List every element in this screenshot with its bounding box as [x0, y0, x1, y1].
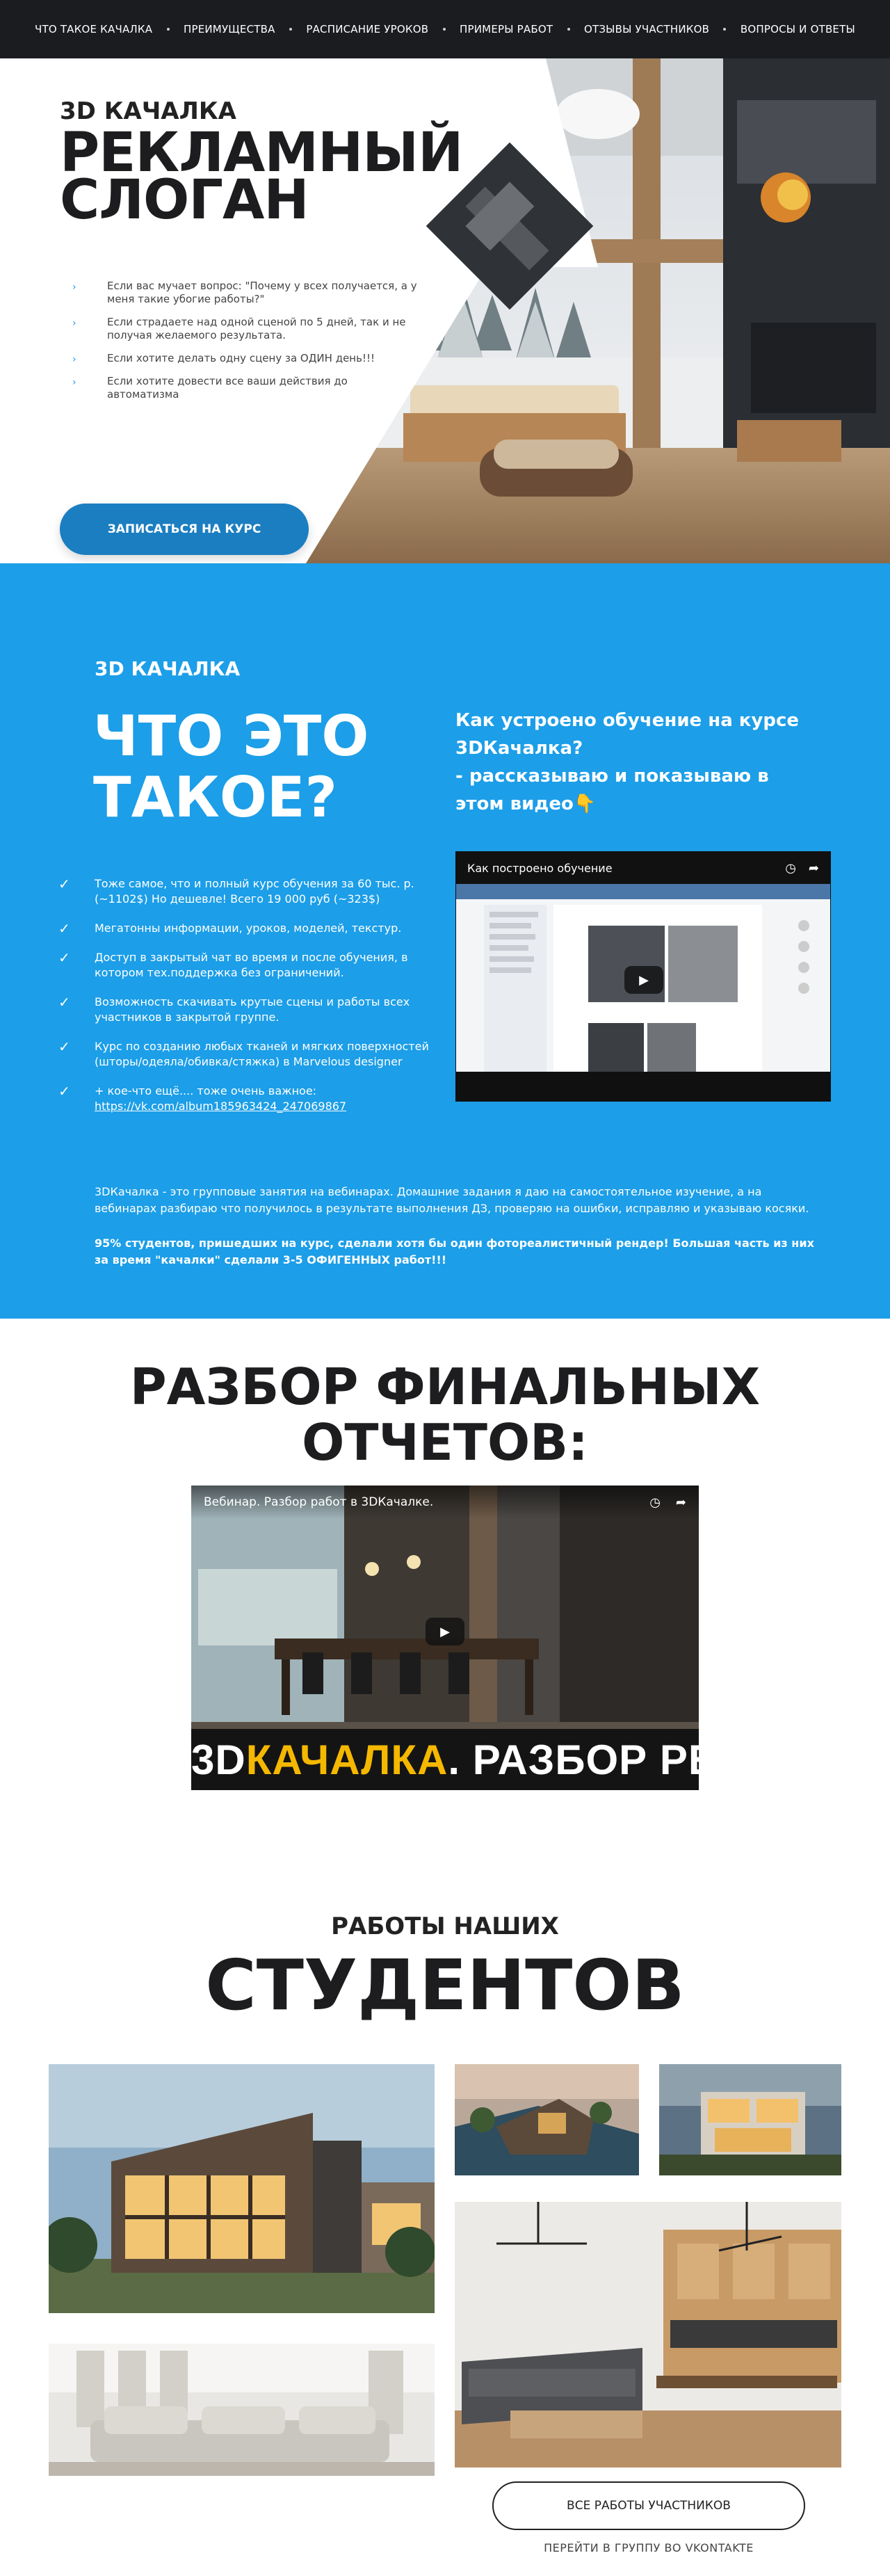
hero-kicker: 3D КАЧАЛКА [60, 97, 236, 125]
about-section: 3D КАЧАЛКА ЧТО ЭТО ТАКОЕ? Как устроено о… [0, 563, 890, 1319]
all-works-button[interactable]: ВСЕ РАБОТЫ УЧАСТНИКОВ [492, 2481, 805, 2530]
video-intro-text: Как устроено обучение на курсе 3DКачалка… [455, 710, 800, 814]
share-icon[interactable]: ➦ [809, 861, 819, 876]
list-item: ✓ Возможность скачивать крутые сцены и ра… [58, 995, 434, 1025]
enroll-button[interactable]: ЗАПИСАТЬСЯ НА КУРС [60, 504, 309, 555]
review-video-player[interactable]: Вебинар. Разбор работ в 3DКачалке. ◷ ➦ ▶ … [191, 1486, 699, 1790]
clock-icon[interactable]: ◷ [649, 1495, 661, 1510]
feature-text: + кое-что ещё.... тоже очень важное: [95, 1084, 317, 1097]
review-video-title: Вебинар. Разбор работ в 3DКачалке. [204, 1495, 434, 1509]
about-title-line: ЧТО ЭТО [93, 704, 369, 768]
album-link[interactable]: https://vk.com/album185963424_247069867 [95, 1100, 346, 1113]
feature-text: Возможность скачивать крутые сцены и раб… [95, 995, 410, 1024]
course-video-player[interactable]: Как построено обучение ◷ ➦ ▶ [455, 851, 831, 1102]
nav-separator [567, 28, 570, 31]
check-icon: ✓ [58, 920, 70, 937]
chevron-right-icon: › [72, 282, 76, 293]
feature-text: Доступ в закрытый чат во время и после о… [95, 951, 408, 979]
about-paragraph: 3DКачалка - это групповые занятия на веб… [95, 1185, 809, 1215]
about-kicker: 3D КАЧАЛКА [95, 657, 241, 680]
review-title-line: РАЗБОР ФИНАЛЬНЫХ [129, 1358, 761, 1416]
list-item: ✓ Доступ в закрытый чат во время и после … [58, 950, 434, 981]
chevron-right-icon: › [72, 318, 76, 329]
about-title-line: ТАКОЕ? [93, 765, 337, 830]
bullet-text: Если хотите довести все ваши действия до… [107, 375, 348, 401]
list-item: ✓ Тоже самое, что и полный курс обучения … [58, 876, 434, 907]
banner-text: 3D [191, 1736, 246, 1783]
review-title-line: ОТЧЕТОВ: [302, 1413, 588, 1472]
feature-text: Мегатонны информации, уроков, моделей, т… [95, 921, 402, 935]
works-kicker: РАБОТЫ НАШИХ [331, 1913, 559, 1940]
bullet-text: Если страдаете над одной сценой по 5 дне… [107, 316, 406, 341]
hero-bullet-list: › Если вас мучает вопрос: "Почему у всех … [72, 280, 420, 411]
banner-text: . РАЗБОР РЕНДЕРОВ [448, 1736, 699, 1783]
nav-separator [289, 28, 292, 31]
check-icon: ✓ [58, 1083, 70, 1100]
check-icon: ✓ [58, 994, 70, 1011]
feature-text: Курс по созданию любых тканей и мягких п… [95, 1040, 429, 1068]
student-work-photo[interactable] [49, 2344, 435, 2476]
nav-item-advantages[interactable]: ПРЕИМУЩЕСТВА [184, 23, 275, 35]
hero-section: 3D КАЧАЛКА РЕКЛАМНЫЙ СЛОГАН › Если вас му… [0, 58, 890, 563]
share-icon[interactable]: ➦ [676, 1495, 686, 1510]
video-title: Как построено обучение [467, 861, 613, 875]
bullet-text: Если вас мучает вопрос: "Почему у всех п… [107, 280, 417, 305]
nav-item-what[interactable]: ЧТО ТАКОЕ КАЧАЛКА [35, 23, 152, 35]
review-title: РАЗБОР ФИНАЛЬНЫХ ОТЧЕТОВ: [0, 1359, 890, 1470]
vk-group-link[interactable]: ПЕРЕЙТИ В ГРУППУ ВО VKONTAKTE [492, 2541, 805, 2554]
student-work-photo[interactable] [659, 2064, 841, 2175]
top-nav: ЧТО ТАКОЕ КАЧАЛКА ПРЕИМУЩЕСТВА РАСПИСАНИ… [0, 0, 890, 58]
chevron-right-icon: › [72, 354, 76, 365]
bullet-text: Если хотите делать одну сцену за ОДИН де… [107, 352, 375, 364]
video-title-bar: Как построено обучение ◷ ➦ [456, 852, 830, 884]
clock-icon[interactable]: ◷ [785, 861, 796, 876]
list-item: › Если хотите делать одну сцену за ОДИН д… [72, 352, 420, 365]
list-item: ✓ Курс по созданию любых тканей и мягких … [58, 1039, 434, 1070]
banner-text-accent: КАЧАЛКА [245, 1736, 448, 1783]
play-button[interactable]: ▶ [624, 966, 663, 994]
about-highlight: 95% студентов, пришедших на курс, сделал… [95, 1237, 814, 1266]
nav-separator [442, 28, 446, 31]
check-icon: ✓ [58, 876, 70, 892]
nav-separator [723, 28, 727, 31]
list-item: › Если страдаете над одной сценой по 5 дн… [72, 316, 420, 342]
works-title: СТУДЕНТОВ [205, 1945, 685, 2026]
review-video-title-bar: Вебинар. Разбор работ в 3DКачалке. ◷ ➦ [191, 1486, 699, 1519]
review-video-banner: 3DКАЧАЛКА. РАЗБОР РЕНДЕРОВ [191, 1729, 699, 1790]
about-title: ЧТО ЭТО ТАКОЕ? [93, 706, 369, 828]
nav-item-reviews[interactable]: ОТЗЫВЫ УЧАСТНИКОВ [584, 23, 709, 35]
student-work-photo[interactable] [49, 2064, 435, 2313]
hero-title: РЕКЛАМНЫЙ СЛОГАН [60, 126, 463, 227]
nav-item-examples[interactable]: ПРИМЕРЫ РАБОТ [460, 23, 553, 35]
play-button[interactable]: ▶ [426, 1618, 464, 1645]
feature-text: Тоже самое, что и полный курс обучения з… [95, 877, 414, 905]
features-list: ✓ Тоже самое, что и полный курс обучения … [58, 876, 434, 1128]
student-work-photo[interactable] [455, 2202, 841, 2468]
list-item: ✓ + кое-что ещё.... тоже очень важное: htt… [58, 1084, 434, 1114]
list-item: › Если вас мучает вопрос: "Почему у всех … [72, 280, 420, 306]
check-icon: ✓ [58, 949, 70, 966]
list-item: › Если хотите довести все ваши действия д… [72, 375, 420, 401]
chevron-right-icon: › [72, 377, 76, 388]
nav-item-schedule[interactable]: РАСПИСАНИЕ УРОКОВ [306, 23, 428, 35]
check-icon: ✓ [58, 1038, 70, 1055]
nav-item-faq[interactable]: ВОПРОСЫ И ОТВЕТЫ [741, 23, 855, 35]
list-item: ✓ Мегатонны информации, уроков, моделей, … [58, 921, 434, 936]
student-work-photo[interactable] [455, 2064, 639, 2175]
nav-separator [166, 28, 170, 31]
